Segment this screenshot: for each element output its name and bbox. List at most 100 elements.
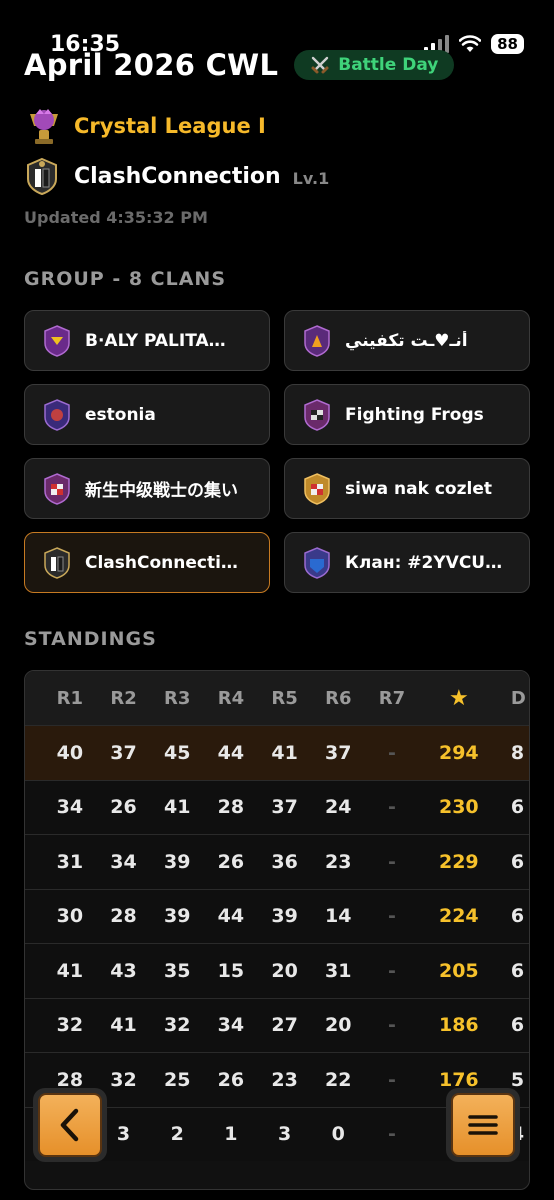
header-r2: R2 (110, 687, 137, 709)
header-stars-icon: ★ (448, 685, 469, 711)
round-cell: 0 (331, 1123, 345, 1146)
round-cell: - (388, 1123, 396, 1146)
updated-timestamp: Updated 4:35:32 PM (24, 208, 208, 227)
round-cell: 26 (110, 796, 137, 819)
stars-cell: 205 (438, 959, 479, 982)
clan-card-name: Fighting Frogs (345, 404, 484, 425)
round-cell: 26 (217, 850, 245, 873)
header: April 2026 CWL Battle Day (24, 48, 530, 82)
round-cell: 14 (325, 905, 352, 928)
round-cell: 45 (163, 741, 191, 764)
clan-badge-icon (44, 398, 70, 431)
header-r7: R7 (378, 687, 406, 709)
round-cell: 44 (217, 905, 245, 928)
round-cell: 24 (325, 796, 352, 819)
round-cell: 30 (56, 905, 84, 928)
round-cell: 1 (224, 1123, 238, 1146)
clan-card-name: estonia (85, 404, 156, 425)
destruction-cell: 8 (510, 741, 525, 764)
round-cell: 41 (271, 741, 298, 764)
clan-badge-icon (44, 546, 70, 579)
header-d: D (510, 687, 526, 709)
round-cell: 34 (217, 1014, 245, 1037)
back-button[interactable] (33, 1088, 107, 1162)
clan-badge-icon (304, 324, 330, 357)
menu-button[interactable] (446, 1088, 520, 1162)
clan-card-name: أنـ♥ـت تكفيني (345, 330, 468, 351)
stars-cell: 229 (438, 850, 479, 873)
round-cell: 2 (170, 1123, 184, 1146)
round-cell: 39 (271, 905, 298, 928)
destruction-cell: 6 (510, 796, 525, 819)
group-clan-card[interactable]: أنـ♥ـت تكفيني (284, 310, 530, 371)
round-cell: - (388, 1068, 396, 1091)
round-cell: 25 (163, 1068, 191, 1091)
round-cell: 20 (325, 1014, 352, 1037)
round-cell: 15 (217, 959, 245, 982)
table-row[interactable]: 31 34 39 26 36 23 - 229 6 (25, 834, 529, 889)
table-row[interactable]: 34 26 41 28 37 24 - 230 6 (25, 779, 529, 834)
round-cell: 34 (110, 850, 137, 873)
round-cell: 43 (110, 959, 137, 982)
round-cell: 23 (271, 1068, 298, 1091)
group-clan-card[interactable]: B·ALY PALITA… (24, 310, 270, 371)
group-clan-card-selected[interactable]: ClashConnecti… (24, 532, 270, 593)
round-cell: 41 (110, 1014, 137, 1037)
table-row[interactable]: 41 43 35 15 20 31 - 205 6 (25, 943, 529, 998)
group-clan-card[interactable]: Fighting Frogs (284, 384, 530, 445)
round-cell: 44 (217, 741, 245, 764)
round-cell: 36 (271, 850, 298, 873)
group-clan-card[interactable]: 新生中级戦士の集い (24, 458, 270, 519)
table-row[interactable]: 32 41 32 34 27 20 - 186 6 (25, 997, 529, 1052)
round-cell: - (388, 1014, 396, 1037)
destruction-cell: 6 (510, 959, 525, 982)
round-cell: 28 (110, 905, 137, 928)
clan-badge-icon (304, 472, 330, 505)
clan-name: ClashConnection (74, 163, 281, 189)
round-cell: 20 (271, 959, 298, 982)
clan-badge-icon (304, 398, 330, 431)
clan-level: Lv.1 (292, 168, 330, 188)
round-cell: 37 (110, 741, 137, 764)
chevron-left-icon (60, 1108, 79, 1142)
group-clan-card[interactable]: Клан: #2YVCU… (284, 532, 530, 593)
round-cell: - (388, 959, 396, 982)
table-row[interactable]: 30 28 39 44 39 14 - 224 6 (25, 888, 529, 943)
clan-badge-icon (27, 157, 57, 195)
round-cell: - (388, 905, 396, 928)
round-cell: 39 (163, 905, 191, 928)
header-r3: R3 (164, 687, 191, 709)
round-cell: 40 (56, 741, 84, 764)
round-cell: 41 (56, 959, 84, 982)
clan-card-name: siwa nak cozlet (345, 478, 492, 499)
group-clan-card[interactable]: siwa nak cozlet (284, 458, 530, 519)
round-cell: 37 (271, 796, 298, 819)
group-clan-card[interactable]: estonia (24, 384, 270, 445)
clan-card-name: Клан: #2YVCU… (345, 552, 503, 573)
header-r4: R4 (217, 687, 245, 709)
stars-cell: 224 (438, 905, 479, 928)
clan-badge-icon (44, 472, 70, 505)
round-cell: - (388, 850, 396, 873)
round-cell: 31 (56, 850, 84, 873)
round-cell: 23 (325, 850, 352, 873)
round-cell: 32 (56, 1014, 84, 1037)
battle-day-badge: Battle Day (294, 50, 455, 80)
table-row-selected[interactable]: 40 37 45 44 41 37 - 294 8 (25, 725, 529, 780)
stars-cell: 230 (438, 796, 479, 819)
stars-cell: 294 (438, 741, 479, 764)
round-cell: 3 (277, 1123, 292, 1146)
group-section-title: GROUP - 8 CLANS (24, 268, 227, 290)
clan-card-name: 新生中级戦士の集い (85, 481, 238, 501)
round-cell: 35 (163, 959, 191, 982)
battle-day-label: Battle Day (338, 55, 439, 75)
round-cell: 22 (325, 1068, 352, 1091)
standings-section-title: STANDINGS (24, 628, 157, 650)
clan-card-name: ClashConnecti… (85, 552, 238, 573)
round-cell: 26 (217, 1068, 245, 1091)
destruction-cell: 6 (510, 905, 525, 928)
round-cell: - (388, 796, 396, 819)
group-clan-grid: B·ALY PALITA… أنـ♥ـت تكفيني estonia Figh… (24, 310, 530, 593)
round-cell: 39 (163, 850, 191, 873)
destruction-cell: 6 (510, 850, 525, 873)
